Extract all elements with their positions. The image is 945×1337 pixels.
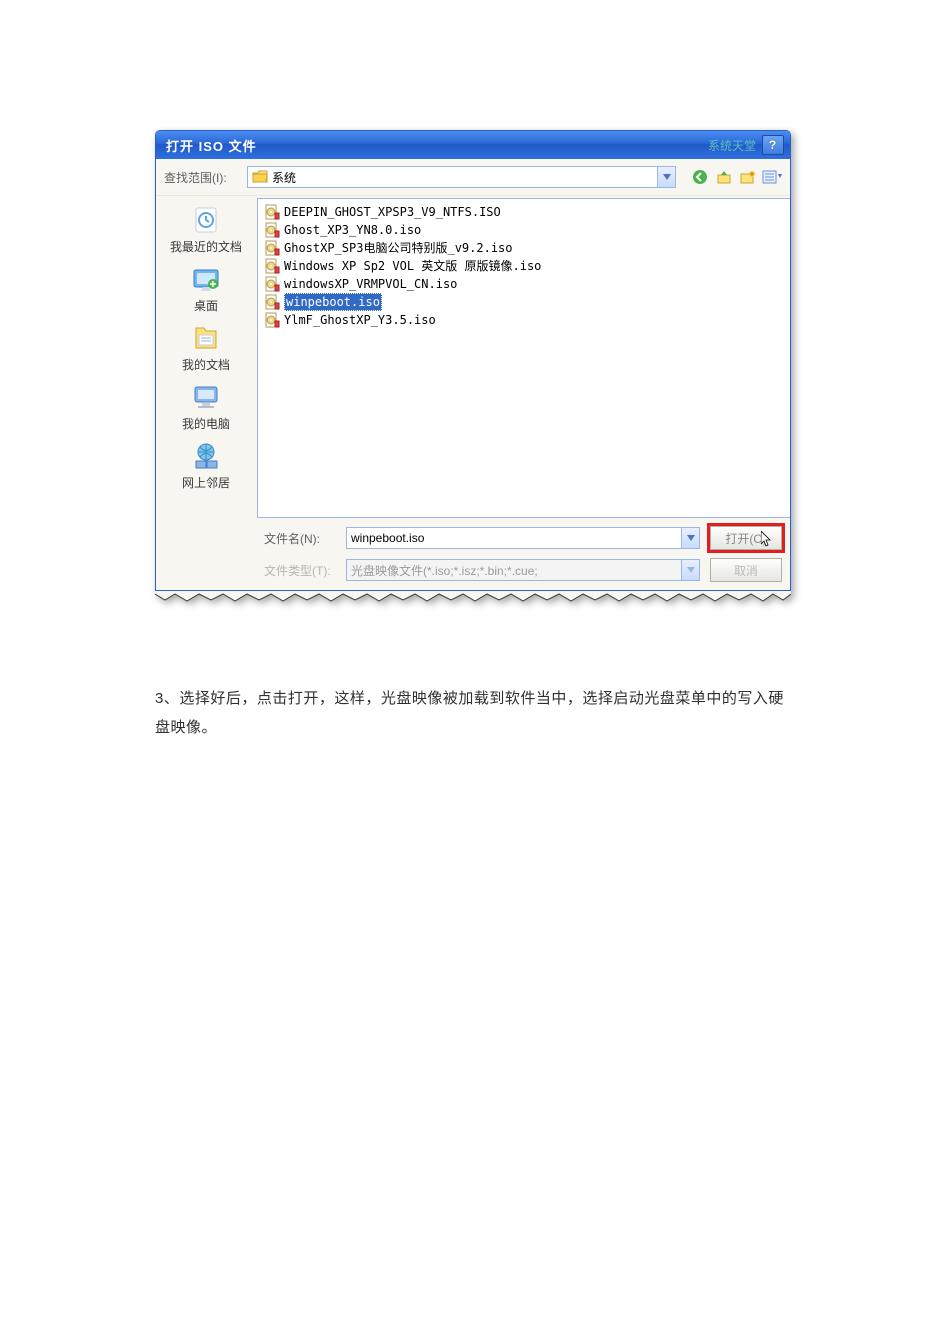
up-one-level-icon[interactable] (714, 167, 734, 187)
places-bar: 我最近的文档 桌面 我的文档 (156, 196, 257, 520)
file-name: GhostXP_SP3电脑公司特别版_v9.2.iso (284, 239, 513, 257)
dropdown-arrow-icon[interactable] (681, 560, 699, 580)
dropdown-arrow-icon[interactable] (681, 528, 699, 548)
iso-file-icon (264, 258, 280, 274)
open-button[interactable]: 打开(O) (710, 526, 782, 550)
place-desktop[interactable]: 桌面 (163, 261, 249, 318)
place-mycomputer[interactable]: 我的电脑 (163, 379, 249, 436)
file-name: windowsXP_VRMPVOL_CN.iso (284, 275, 457, 293)
filename-label: 文件名(N): (264, 530, 336, 547)
place-network[interactable]: 网上邻居 (163, 438, 249, 495)
views-icon[interactable] (762, 167, 782, 187)
file-list[interactable]: DEEPIN_GHOST_XPSP3_V9_NTFS.ISO Ghost_XP3… (257, 198, 790, 518)
titlebar: 打开 ISO 文件 系统天堂 ? (156, 131, 790, 159)
place-label: 我的电脑 (182, 417, 230, 431)
open-file-dialog: 打开 ISO 文件 系统天堂 ? 查找范围(I): (155, 130, 791, 591)
file-item[interactable]: DEEPIN_GHOST_XPSP3_V9_NTFS.ISO (264, 203, 784, 221)
new-folder-icon[interactable] (738, 167, 758, 187)
iso-file-icon (264, 276, 280, 292)
dialog-title: 打开 ISO 文件 (166, 136, 257, 155)
file-name: winpeboot.iso (284, 293, 382, 311)
place-label: 我最近的文档 (170, 240, 242, 254)
dropdown-arrow-icon[interactable] (657, 167, 675, 187)
cursor-icon (761, 531, 773, 550)
filename-input[interactable]: winpeboot.iso (346, 527, 700, 549)
file-name: Ghost_XP3_YN8.0.iso (284, 221, 421, 239)
iso-file-icon (264, 240, 280, 256)
file-item[interactable]: GhostXP_SP3电脑公司特别版_v9.2.iso (264, 239, 784, 257)
file-item[interactable]: YlmF_GhostXP_Y3.5.iso (264, 311, 784, 329)
help-button[interactable]: ? (762, 135, 784, 155)
iso-file-icon (264, 204, 280, 220)
filetype-label: 文件类型(T): (264, 562, 336, 579)
iso-file-icon (264, 312, 280, 328)
torn-edge-graphic (155, 591, 791, 605)
file-name: DEEPIN_GHOST_XPSP3_V9_NTFS.ISO (284, 203, 501, 221)
file-name: YlmF_GhostXP_Y3.5.iso (284, 311, 436, 329)
help-icon: ? (769, 138, 777, 152)
lookin-combo[interactable]: 系统 (247, 166, 676, 188)
place-label: 桌面 (194, 299, 218, 313)
step-caption: 3、选择好后，点击打开，这样，光盘映像被加载到软件当中，选择启动光盘菜单中的写入… (155, 685, 795, 742)
lookin-label: 查找范围(I): (164, 169, 239, 186)
toolbar-icons (684, 167, 782, 187)
desktop-icon (190, 263, 222, 295)
place-label: 网上邻居 (182, 476, 230, 490)
file-item[interactable]: Windows XP Sp2 VOL 英文版 原版镜像.iso (264, 257, 784, 275)
mycomputer-icon (190, 381, 222, 413)
file-name: Windows XP Sp2 VOL 英文版 原版镜像.iso (284, 257, 541, 275)
recent-icon (190, 204, 222, 236)
network-icon (190, 440, 222, 472)
file-item[interactable]: Ghost_XP3_YN8.0.iso (264, 221, 784, 239)
back-icon[interactable] (690, 167, 710, 187)
place-mydocs[interactable]: 我的文档 (163, 320, 249, 377)
place-label: 我的文档 (182, 358, 230, 372)
filetype-combo[interactable]: 光盘映像文件(*.iso;*.isz;*.bin;*.cue; (346, 559, 700, 581)
iso-file-icon (264, 222, 280, 238)
place-recent[interactable]: 我最近的文档 (163, 202, 249, 259)
cancel-button[interactable]: 取消 (710, 558, 782, 582)
cancel-button-label: 取消 (734, 562, 758, 579)
filename-value: winpeboot.iso (351, 531, 424, 545)
file-item[interactable]: windowsXP_VRMPVOL_CN.iso (264, 275, 784, 293)
lookin-row: 查找范围(I): 系统 (156, 159, 790, 196)
folder-icon (252, 170, 268, 184)
brand-text: 系统天堂 (708, 137, 756, 154)
file-item[interactable]: winpeboot.iso (264, 293, 784, 311)
lookin-value: 系统 (272, 169, 296, 186)
iso-file-icon (264, 294, 280, 310)
mydocs-icon (190, 322, 222, 354)
filetype-value: 光盘映像文件(*.iso;*.isz;*.bin;*.cue; (351, 562, 538, 579)
